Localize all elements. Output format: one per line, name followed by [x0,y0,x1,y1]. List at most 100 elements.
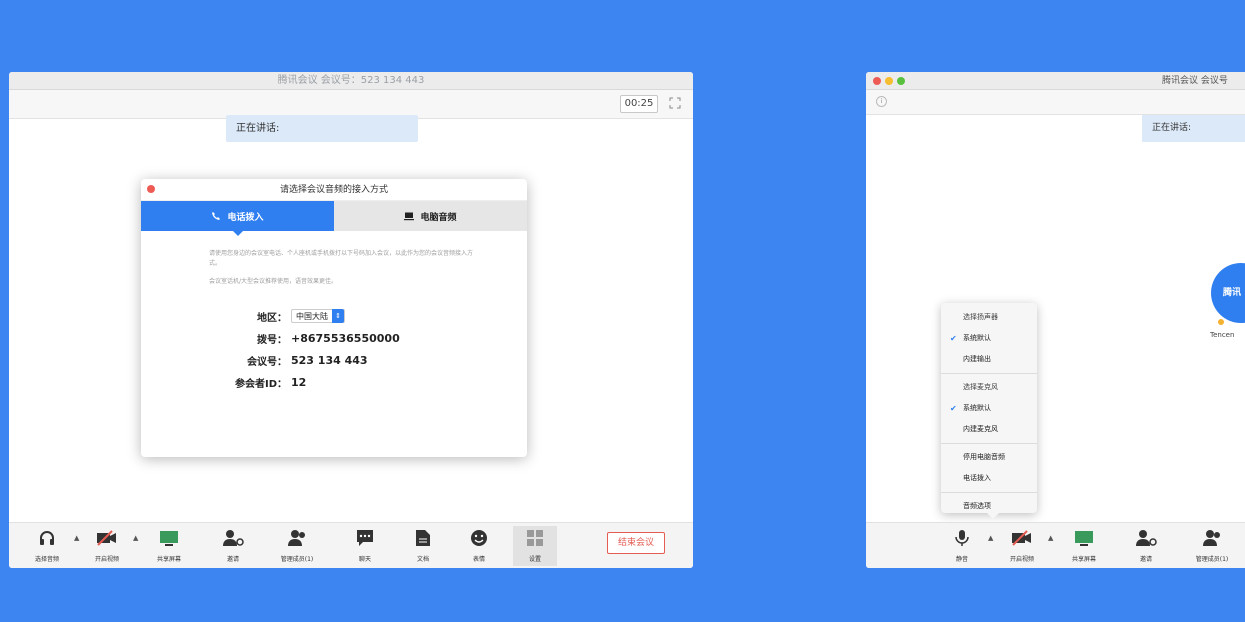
info-icon[interactable]: i [876,96,887,107]
select-audio-button[interactable]: 选择音频 [19,527,75,563]
status-dot [1218,319,1224,325]
minimize-window-icon[interactable] [885,77,893,85]
dial-row: 拨号： +8675536550000 [209,327,527,349]
microphone-icon [955,530,969,546]
manage-members-button[interactable]: 管理成员(1) [269,527,325,563]
invite-button-right[interactable]: 邀请 [1118,527,1174,563]
share-screen-label: 共享屏幕 [156,556,181,563]
caret-up-icon[interactable]: ▲ [988,534,993,542]
share-screen-button[interactable]: 共享屏幕 [141,527,197,563]
headphones-icon [40,531,54,545]
window-title: 腾讯会议 会议号：523 134 443 [9,72,693,90]
meeting-timer: 00:25 [620,95,658,113]
meeting-toolbar-right: 静音 ▲ 开启视频 ▲ 共享屏幕 邀请 管理成员(1) [866,522,1245,568]
meeting-id-value: 523 134 443 [291,353,368,367]
dialog-body: 请使用您身边的会议室电话、个人座机或手机拨打以下号码加入会议，以此作为您的会议音… [141,231,527,393]
tab-computer-audio[interactable]: 电脑音频 [334,201,527,231]
members-icon [288,530,305,546]
dialog-title: 请选择会议音频的接入方式 [279,185,388,195]
dial-info: 地区： 中国大陆 ⇕ 拨号： +8675536550000 会议号： 523 1… [209,305,527,393]
invite-label-right: 邀请 [1139,556,1152,563]
select-audio-label: 选择音频 [34,556,59,563]
dial-number: +8675536550000 [291,331,400,345]
menu-item-audio-options[interactable]: 音频选项 [941,496,1037,517]
invite-icon [223,530,244,546]
invite-button[interactable]: 邀请 [205,527,261,563]
menu-divider [941,492,1037,493]
manage-members-label-right: 管理成员(1) [1195,556,1229,563]
audio-tabs: 电话拨入 电脑音频 [141,201,527,236]
menu-item-mic-builtin[interactable]: 内建麦克风 [941,419,1037,440]
docs-button[interactable]: 文档 [395,527,451,563]
dialog-description: 请使用您身边的会议室电话、个人座机或手机拨打以下号码加入会议，以此作为您的会议音… [209,250,474,267]
share-screen-icon [160,531,178,546]
chat-icon [357,530,373,546]
menu-item-speaker-default[interactable]: ✔ 系统默认 [941,328,1037,349]
participant-name: Tencen [1210,331,1235,339]
start-video-button[interactable]: 开启视频 [79,527,135,563]
participant-id-row: 参会者ID： 12 [209,371,527,393]
meeting-toolbar: 选择音频 ▲ 开启视频 ▲ 共享屏幕 邀请 管理成员(1) 聊天 文档 表情 设… [9,522,693,568]
menu-item-disable-audio[interactable]: 停用电脑音频 [941,447,1037,468]
invite-icon [1136,530,1157,546]
window-title-right: 腾讯会议 会议号 [1162,76,1228,86]
start-video-button-right[interactable]: 开启视频 [994,527,1050,563]
docs-label: 文档 [416,556,429,563]
dial-label: 拨号： [257,334,287,346]
computer-icon [404,212,415,221]
share-screen-label-right: 共享屏幕 [1071,556,1096,563]
speaker-default-label: 系统默认 [963,334,991,342]
emoji-label: 表情 [472,556,485,563]
dialog-title-bar: 请选择会议音频的接入方式 [141,179,527,201]
menu-item-speaker-builtin[interactable]: 内建输出 [941,349,1037,370]
audio-device-menu: 选择扬声器 ✔ 系统默认 内建输出 选择麦克风 ✔ 系统默认 内建麦克风 停用电… [941,303,1037,519]
mute-button[interactable]: 静音 [934,527,990,563]
avatar: 腾讯 [1211,263,1245,323]
invite-label: 邀请 [226,556,239,563]
chat-label: 聊天 [358,556,371,563]
meeting-id-row: 会议号： 523 134 443 [209,349,527,371]
chat-button[interactable]: 聊天 [337,527,393,563]
speaking-indicator: 正在讲话: [226,115,418,142]
settings-icon [527,530,543,546]
menu-item-mic-default[interactable]: ✔ 系统默认 [941,398,1037,419]
dialog-note: 会议室话机/大型会议推荐使用，语音效果更佳。 [209,278,338,285]
document-icon [416,530,430,546]
mic-default-label: 系统默认 [963,404,991,412]
audio-join-dialog: 请选择会议音频的接入方式 电话拨入 电脑音频 请使用您身边的会议室电话、个人座机… [141,179,527,457]
select-arrow-icon: ⇕ [332,309,344,323]
emoji-button[interactable]: 表情 [451,527,507,563]
checkmark-icon: ✔ [950,334,957,343]
menu-item-phone-dial[interactable]: 电话拨入 [941,468,1037,489]
tab-phone-label: 电话拨入 [227,212,264,223]
fullscreen-icon[interactable] [669,97,681,109]
phone-icon [212,212,221,220]
participant-id-label: 参会者ID： [234,378,287,390]
end-meeting-button[interactable]: 结束会议 [607,532,665,554]
video-off-icon [97,530,116,546]
tab-computer-label: 电脑音频 [420,212,457,223]
share-screen-button-right[interactable]: 共享屏幕 [1056,527,1112,563]
tab-phone-dial[interactable]: 电话拨入 [141,201,334,236]
share-screen-icon [1075,531,1093,546]
mute-label: 静音 [955,556,968,563]
meeting-topbar-right: i [866,90,1245,115]
start-video-label-right: 开启视频 [1009,556,1034,563]
start-video-label: 开启视频 [94,556,119,563]
manage-members-button-right[interactable]: 管理成员(1) [1184,527,1240,563]
speaker-header: 选择扬声器 [963,313,998,321]
window-titlebar-right: 腾讯会议 会议号 [866,72,1245,90]
region-label: 地区： [257,312,287,324]
participant-id-value: 12 [291,375,307,389]
settings-button[interactable]: 设置 [507,527,563,563]
caret-up-icon[interactable]: ▲ [1048,534,1053,542]
region-select[interactable]: 中国大陆 ⇕ [291,309,345,323]
maximize-window-icon[interactable] [897,77,905,85]
menu-divider [941,373,1037,374]
speaking-indicator-right: 正在讲话: [1142,115,1245,142]
menu-divider [941,443,1037,444]
manage-members-label: 管理成员(1) [280,556,314,563]
close-icon[interactable] [147,185,155,193]
caret-up-icon[interactable]: ▲ [133,534,138,542]
close-window-icon[interactable] [873,77,881,85]
